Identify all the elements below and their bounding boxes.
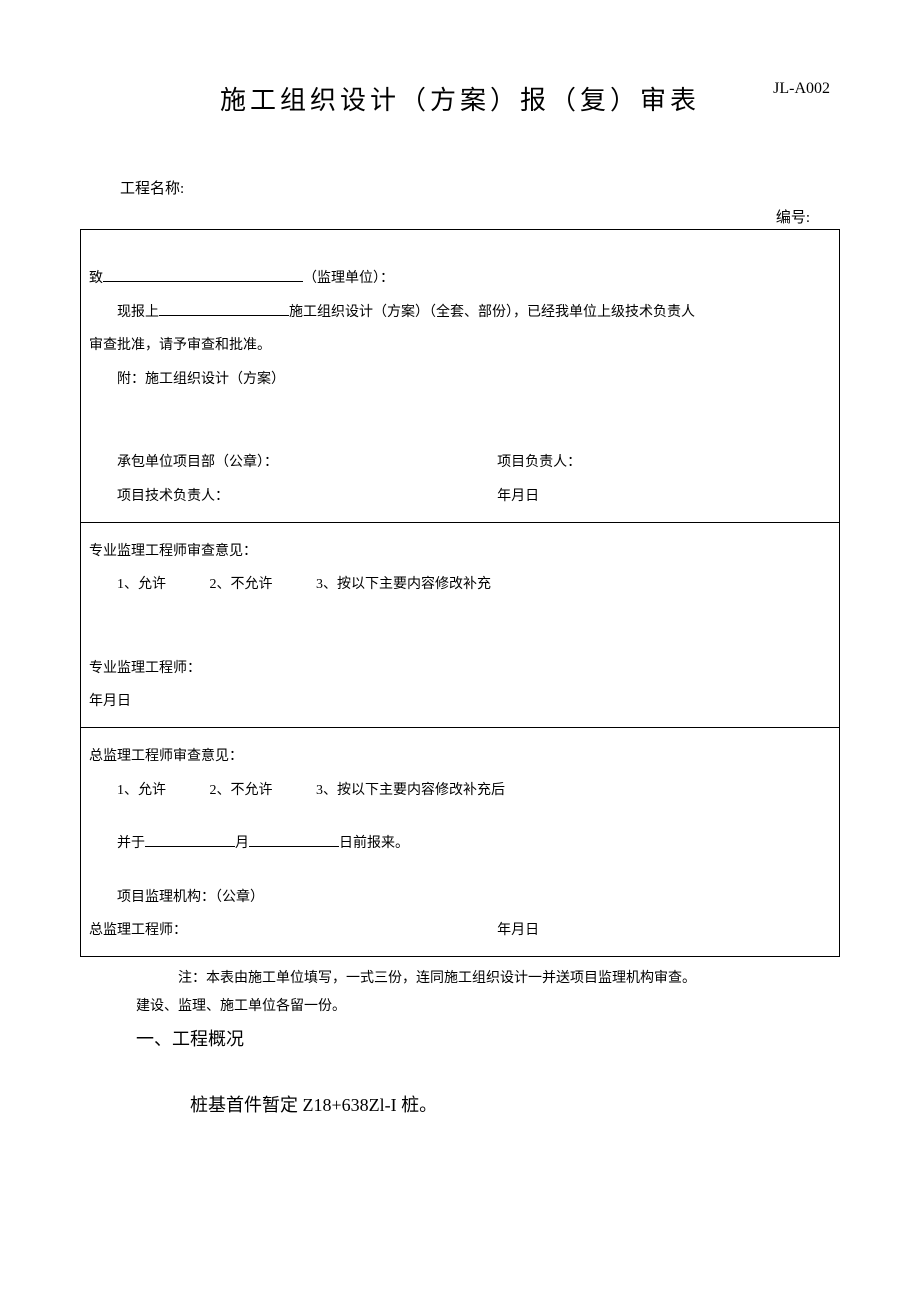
note-line-2: 建设、监理、施工单位各留一份。 [80,993,840,1021]
month-blank[interactable] [145,833,235,847]
chief-option-disallow: 2、不允许 [210,783,273,798]
document-header: 施工组织设计（方案）报（复）审表 JL-A002 [80,80,840,117]
notes-block: 注：本表由施工单位填写，一式三份，连同施工组织设计一并送项目监理机构审查。 建设… [80,965,840,1021]
note-line-1: 注：本表由施工单位填写，一式三份，连同施工组织设计一并送项目监理机构审查。 [80,965,840,993]
specialist-engineer-label: 专业监理工程师： [89,652,831,686]
deadline-line: 并于月日前报来。 [89,827,831,861]
project-leader-label: 项目负责人： [497,446,831,480]
specialist-heading: 专业监理工程师审查意见： [89,535,831,569]
chief-heading: 总监理工程师审查意见： [89,740,831,774]
chief-option-allow: 1、允许 [117,783,166,798]
addressee-blank[interactable] [103,268,303,282]
form-code: JL-A002 [773,80,830,98]
date-label-2: 年月日 [89,685,831,719]
section-chief-review: 总监理工程师审查意见： 1、允许 2、不允许 3、按以下主要内容修改补充后 并于… [81,727,840,956]
project-name-label: 工程名称: [120,177,840,198]
chief-option-revise: 3、按以下主要内容修改补充后 [316,783,505,798]
option-revise: 3、按以下主要内容修改补充 [316,577,491,592]
submit-line-1: 现报上施工组织设计（方案）（全套、部份），已经我单位上级技术负责人 [89,296,831,330]
tech-leader-label: 项目技术负责人： [89,480,497,514]
specialist-options: 1、允许 2、不允许 3、按以下主要内容修改补充 [89,568,831,602]
date-label-3: 年月日 [497,914,831,948]
contractor-seal-label: 承包单位项目部（公章）： [89,446,497,480]
section-1-heading: 一、工程概况 [136,1025,840,1051]
submit-line-2: 审查批准，请予审查和批准。 [89,329,831,363]
day-blank[interactable] [249,833,339,847]
main-title: 施工组织设计（方案）报（复）审表 [220,80,700,117]
chief-options: 1、允许 2、不允许 3、按以下主要内容修改补充后 [89,774,831,808]
body-paragraph: 桩基首件暂定 Z18+638Zl-I 桩。 [190,1091,840,1117]
section-specialist-review: 专业监理工程师审查意见： 1、允许 2、不允许 3、按以下主要内容修改补充 专业… [81,522,840,727]
date-label-1: 年月日 [497,480,831,514]
form-table: 致（监理单位）： 现报上施工组织设计（方案）（全套、部份），已经我单位上级技术负… [80,229,840,957]
org-seal-label: 项目监理机构：（公章） [89,881,831,915]
option-disallow: 2、不允许 [210,577,273,592]
option-allow: 1、允许 [117,577,166,592]
chief-engineer-label: 总监理工程师： [89,914,497,948]
section-submission: 致（监理单位）： 现报上施工组织设计（方案）（全套、部份），已经我单位上级技术负… [81,230,840,523]
attachment-line: 附：施工组织设计（方案） [89,363,831,397]
addressee-line: 致（监理单位）： [89,262,831,296]
serial-number-label: 编号: [80,206,840,227]
submit-blank[interactable] [159,302,289,316]
